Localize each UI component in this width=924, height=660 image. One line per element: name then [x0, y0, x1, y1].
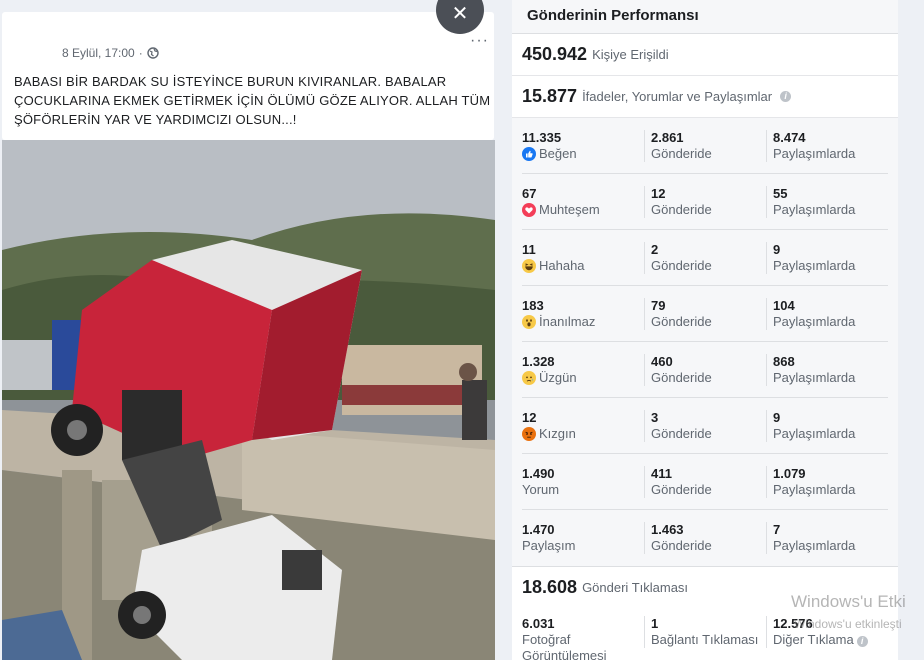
row-name: İnanılmaz: [539, 314, 596, 329]
row-post-count: 411: [651, 466, 672, 481]
panel-title: Gönderinin Performansı: [512, 0, 898, 34]
angry-icon: [522, 427, 536, 441]
link-clicks-value: 1: [651, 616, 659, 631]
meta-separator: ·: [138, 46, 143, 60]
row-share-label: Paylaşımlarda: [773, 538, 856, 553]
photo-views-label: Fotoğraf Görüntülemesi: [522, 632, 607, 660]
engagement-label: İfadeler, Yorumlar ve Paylaşımlar: [582, 89, 773, 104]
row-post-count: 2: [651, 242, 659, 257]
row-name: Kızgın: [539, 426, 576, 441]
row-total: 11.335: [522, 130, 562, 145]
close-icon: ✕: [451, 2, 469, 25]
truck-accident-photo: [2, 140, 495, 660]
row-post-label: Gönderide: [651, 314, 712, 329]
row-total: 1.490: [522, 466, 555, 481]
wow-icon: [522, 315, 536, 329]
table-row: 1.490 Yorum 411 Gönderide 1.079 Paylaşımlar…: [522, 454, 888, 510]
info-icon[interactable]: i: [856, 636, 868, 647]
globe-icon[interactable]: [147, 47, 159, 59]
reach-label: Kişiye Erişildi: [592, 47, 669, 62]
row-total: 67: [522, 186, 537, 201]
engagement-value: 15.877: [522, 86, 578, 106]
row-post-count: 3: [651, 410, 659, 425]
row-share-count: 8.474: [773, 130, 806, 145]
table-row: 12 Kızgın 3 Gönderide 9 Paylaşımlarda: [522, 398, 888, 454]
post-header-card: 8 Eylül, 17:00 · ··· BABASI BİR BARDAK S…: [2, 12, 494, 140]
clicks-label: Gönderi Tıklaması: [582, 580, 689, 595]
row-share-label: Paylaşımlarda: [773, 314, 856, 329]
post-meta: 8 Eylül, 17:00 ·: [62, 46, 159, 60]
row-share-count: 9: [773, 410, 781, 425]
reaction-breakdown: 11.335 Beğen 2.861 Gönderide 8.474 Paylaşı…: [512, 118, 898, 566]
row-share-label: Paylaşımlarda: [773, 258, 856, 273]
post-caption: BABASI BİR BARDAK SU İSTEYİNCE BURUN KIV…: [14, 74, 491, 127]
table-row: 67 Muhteşem 12 Gönderide 55 Paylaşımlarda: [522, 174, 888, 230]
row-post-label: Gönderide: [651, 370, 712, 385]
link-clicks-label: Bağlantı Tıklaması: [651, 632, 759, 647]
row-post-label: Gönderide: [651, 258, 712, 273]
performance-panel: Gönderinin Performansı 450.942 Kişiye Er…: [512, 0, 898, 660]
row-share-count: 104: [773, 298, 795, 313]
more-options-button[interactable]: ···: [470, 33, 489, 49]
row-total: 1.470: [522, 522, 555, 537]
table-row: 11.335 Beğen 2.861 Gönderide 8.474 Paylaşı…: [522, 118, 888, 174]
row-share-count: 55: [773, 186, 788, 201]
table-row: 1.328 Üzgün 460 Gönderide 868 Paylaşımlard…: [522, 342, 888, 398]
post-photo[interactable]: [2, 140, 495, 660]
photo-views-value: 6.031: [522, 616, 555, 631]
row-total: 183: [522, 298, 544, 313]
reach-value: 450.942: [522, 44, 588, 64]
haha-icon: [522, 259, 536, 273]
reach-summary: 450.942 Kişiye Erişildi: [512, 34, 898, 76]
row-post-count: 2.861: [651, 130, 684, 145]
row-name: Hahaha: [539, 258, 585, 273]
row-post-count: 79: [651, 298, 666, 313]
row-post-label: Gönderide: [651, 538, 712, 553]
row-total: 12: [522, 410, 537, 425]
row-post-label: Gönderide: [651, 426, 712, 441]
row-name: Paylaşım: [522, 538, 576, 553]
info-icon[interactable]: i: [780, 91, 792, 102]
like-icon: [522, 147, 536, 161]
table-row: 183 İnanılmaz 79 Gönderide 104 Paylaşımlar…: [522, 286, 888, 342]
windows-activation-watermark: Windows'u Etki: [791, 592, 906, 611]
table-row: 11 Hahaha 2 Gönderide 9 Paylaşımlarda: [522, 230, 888, 286]
row-share-label: Paylaşımlarda: [773, 370, 856, 385]
table-row: 1.470 Paylaşım 1.463 Gönderide 7 Paylaşımla…: [522, 510, 888, 566]
row-post-count: 1.463: [651, 522, 684, 537]
clicks-breakdown: 6.031 Fotoğraf Görüntülemesi 1 Bağlantı Tı…: [512, 608, 898, 660]
row-total: 1.328: [522, 354, 555, 369]
row-post-label: Gönderide: [651, 482, 712, 497]
post-date[interactable]: 8 Eylül, 17:00: [62, 46, 135, 60]
sad-icon: [522, 371, 536, 385]
row-share-count: 868: [773, 354, 795, 369]
row-post-count: 460: [651, 354, 673, 369]
row-name: Muhteşem: [539, 202, 600, 217]
row-name: Üzgün: [539, 370, 577, 385]
row-share-count: 7: [773, 522, 781, 537]
row-post-label: Gönderide: [651, 146, 712, 161]
other-clicks-label: Diğer Tıklama i: [773, 632, 896, 648]
row-name: Yorum: [522, 482, 560, 497]
row-share-count: 1.079: [773, 466, 806, 481]
love-icon: [522, 203, 536, 217]
row-name: Beğen: [539, 146, 577, 161]
engagement-summary: 15.877 İfadeler, Yorumlar ve Paylaşımlar…: [512, 76, 898, 118]
windows-activation-subtext: Windows'u etkinleşti: [794, 617, 902, 631]
row-post-label: Gönderide: [651, 202, 712, 217]
row-share-label: Paylaşımlarda: [773, 202, 856, 217]
row-post-count: 12: [651, 186, 666, 201]
row-share-label: Paylaşımlarda: [773, 426, 856, 441]
row-share-label: Paylaşımlarda: [773, 482, 856, 497]
row-share-count: 9: [773, 242, 781, 257]
clicks-value: 18.608: [522, 577, 578, 597]
row-share-label: Paylaşımlarda: [773, 146, 856, 161]
row-total: 11: [522, 242, 536, 257]
